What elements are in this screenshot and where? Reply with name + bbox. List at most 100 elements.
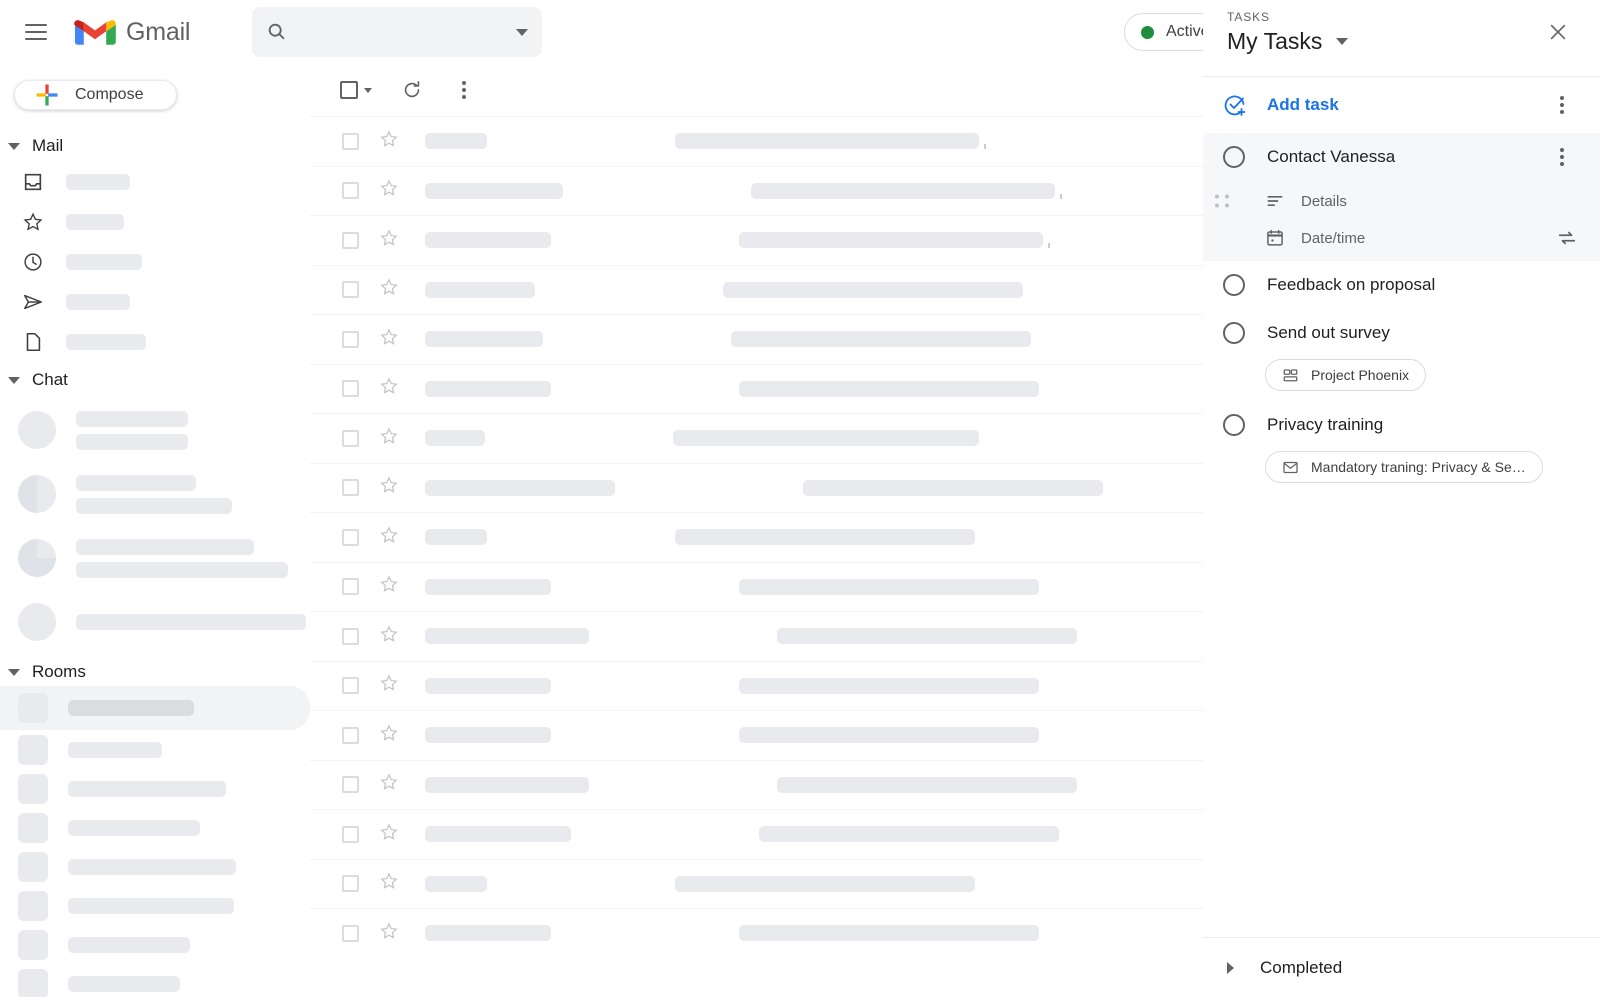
chat-list-item[interactable] xyxy=(0,398,310,462)
checkbox-icon[interactable] xyxy=(340,81,358,99)
row-checkbox[interactable] xyxy=(342,479,359,496)
row-checkbox[interactable] xyxy=(342,776,359,793)
task-item[interactable]: Privacy training Mandatory traning: Priv… xyxy=(1203,401,1600,493)
drafts-icon xyxy=(22,331,44,353)
search-input[interactable] xyxy=(288,22,516,42)
task-item[interactable]: Send out survey Project Phoenix xyxy=(1203,309,1600,401)
star-icon[interactable] xyxy=(379,376,399,401)
room-list-item[interactable] xyxy=(0,769,310,808)
star-icon[interactable] xyxy=(379,277,399,302)
task-row[interactable]: Send out survey xyxy=(1203,309,1600,357)
completed-section-toggle[interactable]: Completed xyxy=(1203,937,1600,997)
star-icon[interactable] xyxy=(379,228,399,253)
drag-handle-icon[interactable] xyxy=(1215,195,1229,208)
star-icon[interactable] xyxy=(379,723,399,748)
compose-button[interactable]: Compose xyxy=(14,80,177,110)
sidebar-item-snoozed[interactable] xyxy=(0,242,310,282)
room-list-item[interactable] xyxy=(0,686,310,730)
add-task-button[interactable]: Add task xyxy=(1203,77,1600,133)
task-row[interactable]: Feedback on proposal xyxy=(1203,261,1600,309)
row-checkbox[interactable] xyxy=(342,281,359,298)
star-icon[interactable] xyxy=(379,525,399,550)
star-icon[interactable] xyxy=(379,921,399,946)
sidebar-item-sent[interactable] xyxy=(0,282,310,322)
room-list-item[interactable] xyxy=(0,808,310,847)
row-checkbox[interactable] xyxy=(342,430,359,447)
star-icon[interactable] xyxy=(379,475,399,500)
chat-list-item[interactable] xyxy=(0,526,310,590)
close-icon xyxy=(1547,21,1569,43)
row-checkbox[interactable] xyxy=(342,232,359,249)
circle-unchecked-icon[interactable] xyxy=(1223,274,1245,296)
row-checkbox[interactable] xyxy=(342,578,359,595)
task-menu-button[interactable] xyxy=(1542,137,1582,177)
star-icon[interactable] xyxy=(379,822,399,847)
star-icon[interactable] xyxy=(379,624,399,649)
circle-unchecked-icon[interactable] xyxy=(1223,414,1245,436)
circle-unchecked-icon[interactable] xyxy=(1223,146,1245,168)
triangle-down-icon[interactable] xyxy=(1336,38,1348,45)
close-tasks-button[interactable] xyxy=(1536,10,1580,54)
avatar-placeholder xyxy=(18,411,56,449)
row-checkbox[interactable] xyxy=(342,380,359,397)
sidebar-item-inbox[interactable] xyxy=(0,162,310,202)
gmail-brand[interactable]: Gmail xyxy=(74,16,190,48)
row-checkbox[interactable] xyxy=(342,529,359,546)
chevron-down-icon[interactable] xyxy=(364,88,372,93)
task-linked-email-chip[interactable]: Mandatory traning: Privacy & Se… xyxy=(1265,451,1543,483)
room-list-item[interactable] xyxy=(0,730,310,769)
room-list-item[interactable] xyxy=(0,964,310,997)
sender-placeholder xyxy=(425,727,551,743)
row-checkbox[interactable] xyxy=(342,925,359,942)
row-checkbox[interactable] xyxy=(342,331,359,348)
room-list-item[interactable] xyxy=(0,847,310,886)
task-details-row[interactable]: Details xyxy=(1203,181,1600,221)
task-row[interactable]: Privacy training xyxy=(1203,401,1600,449)
circle-unchecked-icon[interactable] xyxy=(1223,322,1245,344)
row-checkbox[interactable] xyxy=(342,133,359,150)
more-options-button[interactable] xyxy=(444,70,484,110)
subject-placeholder xyxy=(731,331,1031,347)
sidebar-section-rooms[interactable]: Rooms xyxy=(0,662,310,682)
search-options-chevron-down-icon[interactable] xyxy=(516,29,528,36)
star-icon[interactable] xyxy=(379,673,399,698)
task-linked-space-chip[interactable]: Project Phoenix xyxy=(1265,359,1426,391)
row-checkbox[interactable] xyxy=(342,727,359,744)
star-icon[interactable] xyxy=(379,426,399,451)
sidebar-item-drafts[interactable] xyxy=(0,322,310,362)
star-icon[interactable] xyxy=(379,178,399,203)
row-checkbox[interactable] xyxy=(342,628,359,645)
plus-icon xyxy=(33,81,61,109)
star-icon[interactable] xyxy=(379,871,399,896)
avatar-placeholder xyxy=(18,603,56,641)
refresh-button[interactable] xyxy=(392,70,432,110)
triangle-right-icon xyxy=(1227,962,1234,974)
task-datetime-row[interactable]: Date/time xyxy=(1203,221,1600,261)
sidebar-item-starred[interactable] xyxy=(0,202,310,242)
search-box[interactable] xyxy=(252,7,542,57)
room-list-item[interactable] xyxy=(0,886,310,925)
add-task-menu-button[interactable] xyxy=(1542,85,1582,125)
hamburger-menu-icon[interactable] xyxy=(12,8,60,56)
subject-placeholder xyxy=(723,282,1023,298)
sidebar-section-mail[interactable]: Mail xyxy=(0,136,310,156)
sidebar-section-chat[interactable]: Chat xyxy=(0,370,310,390)
chat-list-item[interactable] xyxy=(0,462,310,526)
row-checkbox[interactable] xyxy=(342,875,359,892)
row-checkbox[interactable] xyxy=(342,826,359,843)
star-icon[interactable] xyxy=(379,327,399,352)
task-repeat-button[interactable] xyxy=(1556,227,1578,249)
row-checkbox[interactable] xyxy=(342,677,359,694)
sidebar-section-chat-label: Chat xyxy=(32,370,68,390)
select-all-control[interactable] xyxy=(332,73,380,107)
star-icon[interactable] xyxy=(379,574,399,599)
chat-list-item[interactable] xyxy=(0,590,310,654)
task-item[interactable]: Feedback on proposal xyxy=(1203,261,1600,309)
task-row[interactable]: Contact Vanessa xyxy=(1203,133,1600,181)
room-list-item[interactable] xyxy=(0,925,310,964)
task-title: Feedback on proposal xyxy=(1267,275,1435,295)
star-icon[interactable] xyxy=(379,129,399,154)
row-checkbox[interactable] xyxy=(342,182,359,199)
task-item[interactable]: Contact Vanessa Details xyxy=(1203,133,1600,261)
star-icon[interactable] xyxy=(379,772,399,797)
